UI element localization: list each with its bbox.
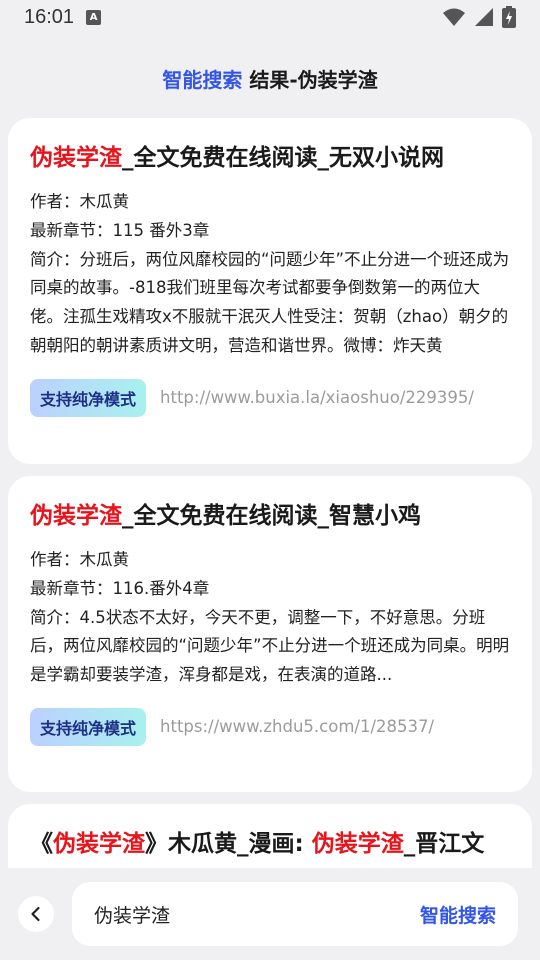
- result-title-highlight: 伪装学渣: [30, 145, 122, 171]
- result-summary: 简介：4.5状态不太好，今天不更，调整一下，不好意思。分班后，两位风靡校园的“问…: [30, 607, 510, 685]
- result-info: 作者：木瓜黄 最新章节：115 番外3章 简介：分班后，两位风靡校园的“问题少年…: [30, 188, 510, 361]
- result-author: 作者：木瓜黄: [30, 192, 129, 211]
- page-title: 智能搜索 结果-伪装学渣: [0, 64, 540, 100]
- result-info: 作者：木瓜黄 最新章节：116.番外4章 简介：4.5状态不太好，今天不更，调整…: [30, 546, 510, 690]
- result-title[interactable]: 伪装学渣_全文免费在线阅读_智慧小鸡: [30, 500, 510, 532]
- result-footer: 支持纯净模式 https://www.zhdu5.com/1/28537/: [30, 707, 510, 746]
- page-title-prefix: 智能搜索: [162, 68, 243, 92]
- status-bar: 16:01 A: [0, 0, 540, 34]
- back-button[interactable]: [18, 896, 54, 932]
- result-title-rest: _全文免费在线阅读_智慧小鸡: [122, 503, 421, 529]
- result-latest-chapter: 最新章节：115 番外3章: [30, 220, 210, 240]
- signal-icon: [475, 8, 493, 26]
- result-title-part: _晋江文: [403, 831, 485, 857]
- result-title-rest: _全文免费在线阅读_无双小说网: [122, 145, 444, 171]
- result-title[interactable]: 伪装学渣_全文免费在线阅读_无双小说网: [30, 142, 510, 174]
- result-title-highlight: 伪装学渣: [30, 503, 122, 529]
- page-title-suffix: 结果-伪装学渣: [242, 68, 378, 92]
- result-card[interactable]: 伪装学渣_全文免费在线阅读_智慧小鸡 作者：木瓜黄 最新章节：116.番外4章 …: [8, 476, 532, 792]
- notification-a-icon: A: [86, 9, 102, 25]
- result-title-part: 》木瓜黄_漫画:: [145, 831, 312, 857]
- result-url[interactable]: https://www.zhdu5.com/1/28537/: [160, 717, 434, 736]
- search-input[interactable]: [94, 903, 420, 925]
- status-time: 16:01: [24, 5, 75, 28]
- result-summary: 简介：分班后，两位风靡校园的“问题少年”不止分进一个班还成为同桌的故事。-818…: [30, 249, 510, 355]
- chevron-left-icon: [31, 906, 40, 922]
- result-title-highlight: 伪装学渣: [311, 831, 404, 857]
- bottom-search-bar: 智能搜索: [0, 868, 540, 960]
- result-card[interactable]: 伪装学渣_全文免费在线阅读_无双小说网 作者：木瓜黄 最新章节：115 番外3章…: [8, 118, 532, 464]
- pure-mode-badge[interactable]: 支持纯净模式: [30, 378, 147, 417]
- status-icons: [442, 6, 516, 28]
- result-url[interactable]: http://www.buxia.la/xiaoshuo/229395/: [160, 388, 474, 407]
- result-latest-chapter: 最新章节：116.番外4章: [30, 578, 210, 598]
- result-author: 作者：木瓜黄: [30, 550, 129, 569]
- pure-mode-badge[interactable]: 支持纯净模式: [30, 707, 147, 746]
- result-footer: 支持纯净模式 http://www.buxia.la/xiaoshuo/2293…: [30, 378, 510, 417]
- result-title-highlight: 伪装学渣: [53, 831, 145, 857]
- search-box: 智能搜索: [72, 882, 518, 946]
- smart-search-button[interactable]: 智能搜索: [420, 901, 496, 928]
- result-title-part: 《: [30, 831, 53, 857]
- result-title[interactable]: 《伪装学渣》木瓜黄_漫画: 伪装学渣_晋江文: [30, 828, 510, 860]
- wifi-icon: [443, 8, 465, 26]
- battery-icon: [502, 6, 516, 28]
